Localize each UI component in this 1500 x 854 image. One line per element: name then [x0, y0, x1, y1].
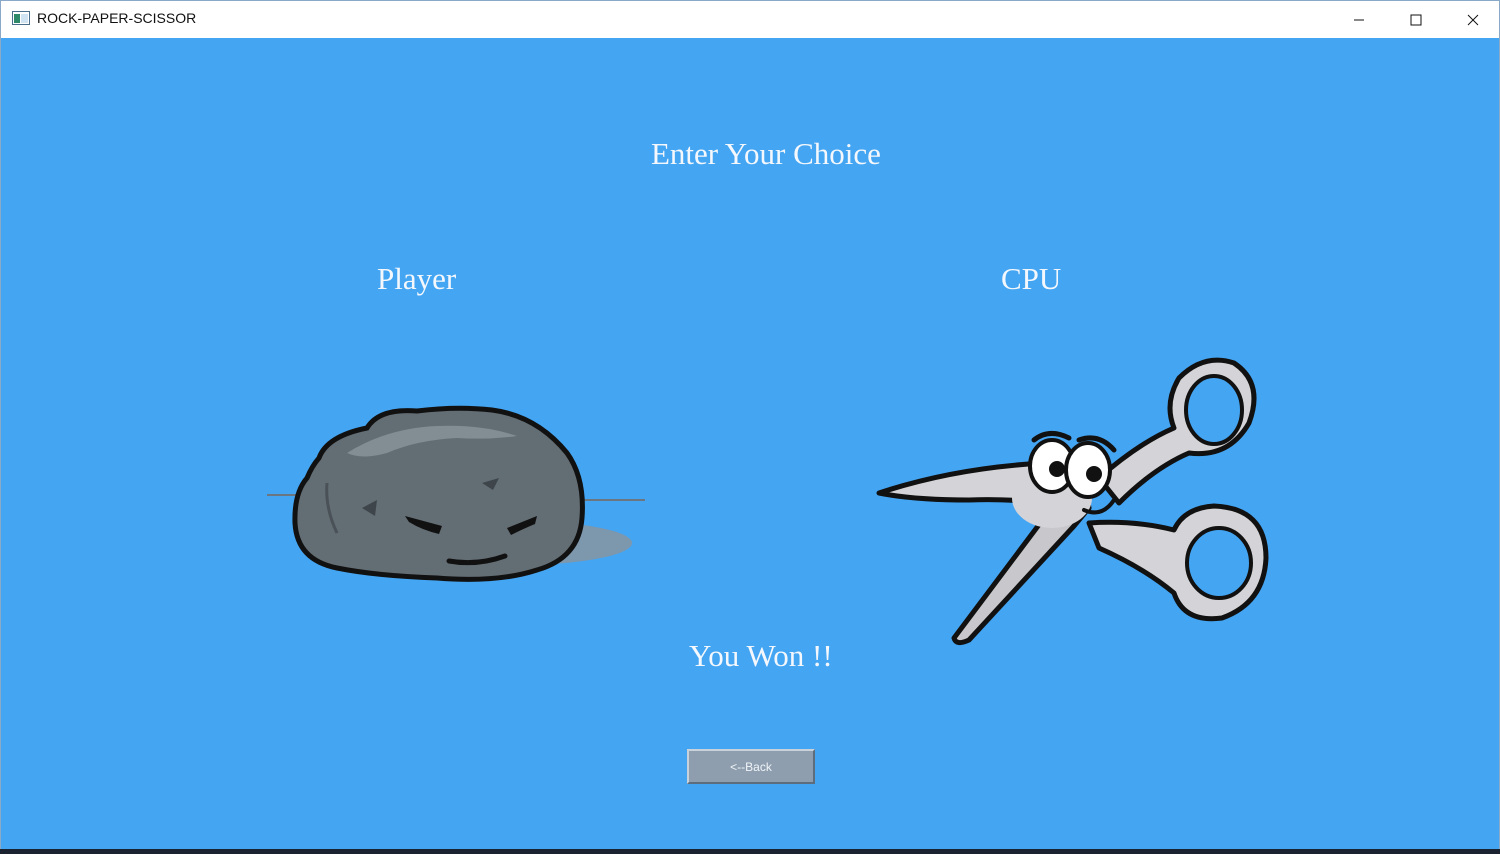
rock-icon: [267, 405, 645, 582]
minimize-icon: [1353, 19, 1364, 20]
minimize-button[interactable]: [1330, 1, 1387, 38]
back-button[interactable]: <--Back: [687, 749, 815, 784]
title-bar[interactable]: ROCK-PAPER-SCISSOR: [1, 1, 1499, 38]
cpu-label: CPU: [1001, 261, 1062, 296]
player-label: Player: [377, 261, 457, 296]
close-icon: [1467, 14, 1478, 25]
maximize-icon: [1410, 14, 1421, 25]
app-window: ROCK-PAPER-SCISSOR Enter Your Choice Pla…: [0, 0, 1500, 854]
result-text: You Won !!: [689, 638, 833, 673]
game-canvas: Enter Your Choice Player CPU You Won !! …: [1, 38, 1499, 850]
choice-heading: Enter Your Choice: [651, 136, 881, 171]
app-window-icon: [12, 11, 30, 25]
close-button[interactable]: [1444, 1, 1500, 38]
taskbar-strip: [0, 849, 1500, 854]
maximize-button[interactable]: [1387, 1, 1444, 38]
scissors-icon: [876, 357, 1269, 646]
window-title: ROCK-PAPER-SCISSOR: [37, 10, 197, 26]
